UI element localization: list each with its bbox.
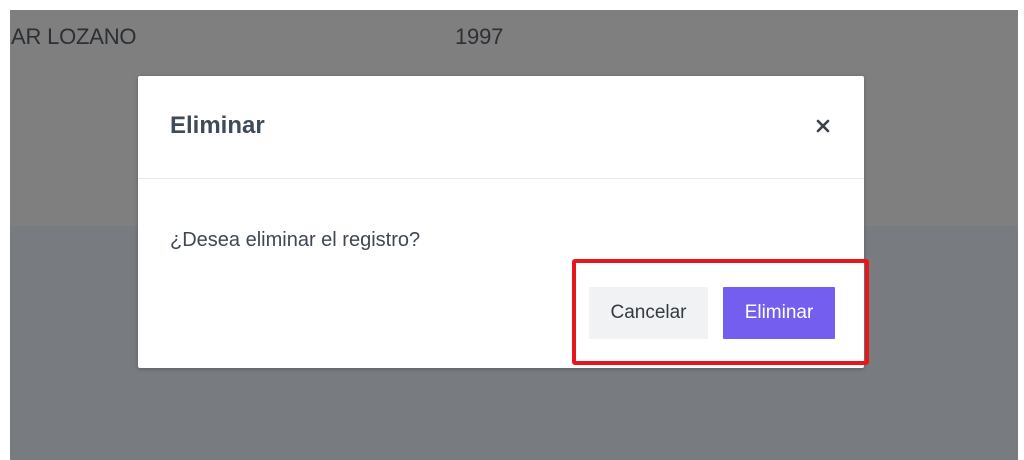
modal-message: ¿Desea eliminar el registro? [170, 229, 421, 251]
modal-header: Eliminar [138, 76, 864, 179]
table-cell-name: AR LOZANO [11, 24, 137, 49]
delete-modal: Eliminar ¿Desea eliminar el registro? Ca… [138, 76, 864, 368]
table-cell-year: 1997 [455, 24, 504, 49]
modal-title: Eliminar [170, 112, 265, 139]
cancel-button[interactable]: Cancelar [589, 287, 708, 339]
screenshot-frame: AR LOZANO 1997 Eliminar ¿Desea eliminar … [0, 0, 1024, 460]
close-icon [816, 119, 830, 133]
confirm-delete-button[interactable]: Eliminar [723, 287, 835, 339]
close-button[interactable] [808, 111, 838, 141]
